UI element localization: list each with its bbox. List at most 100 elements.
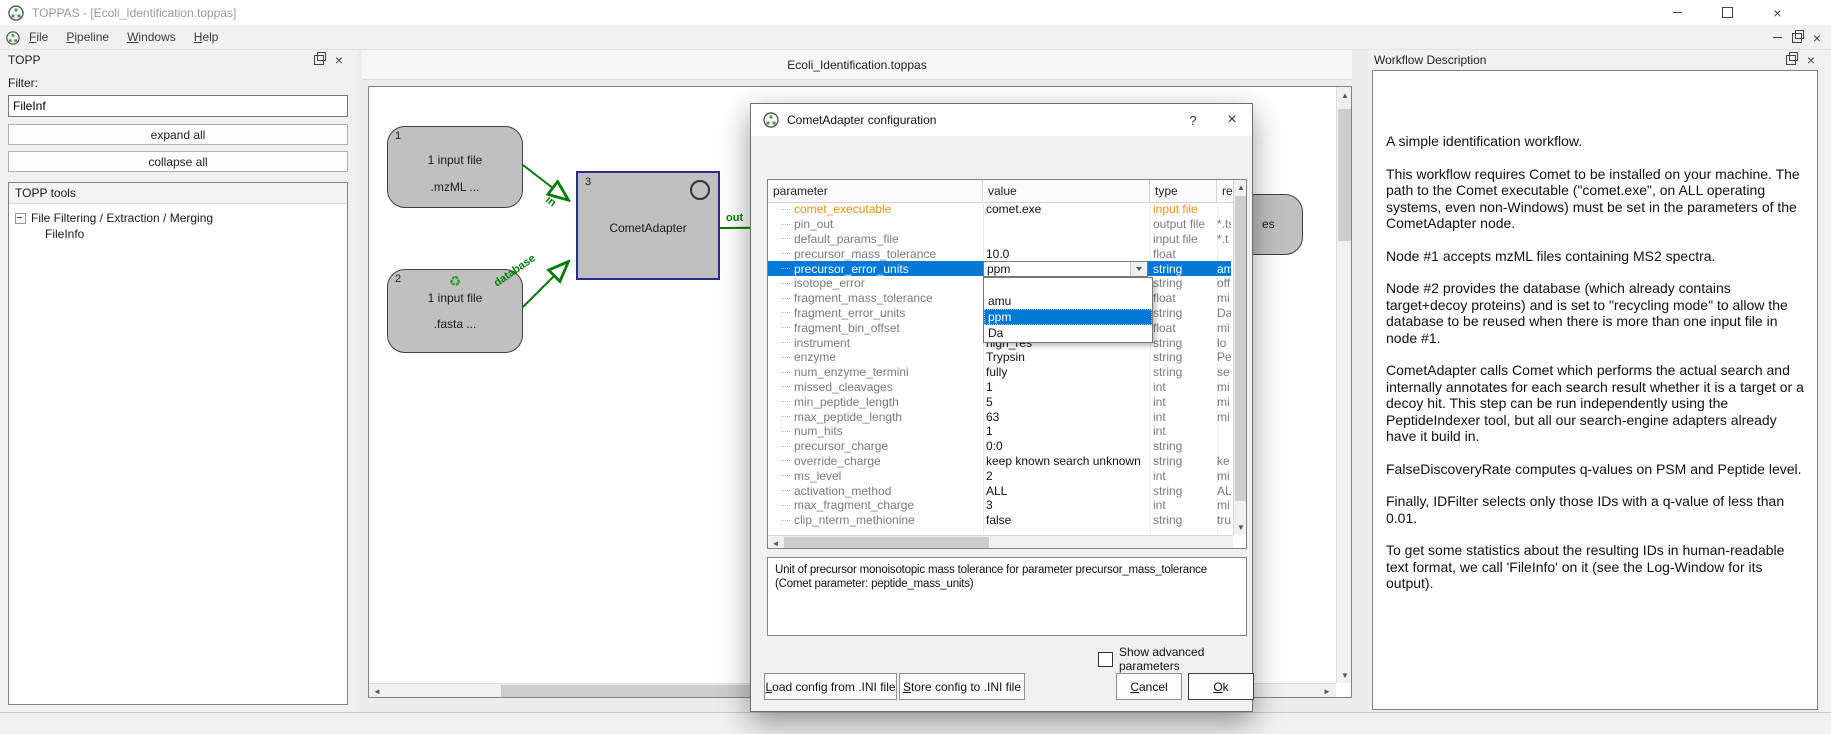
row-max_peptide_length[interactable]: max_peptide_length63intmi [768,409,1231,424]
row-precursor_error_units[interactable]: precursor_error_units ppm stringam [768,261,1231,276]
close-button[interactable]: × [1755,0,1800,26]
show-advanced-checkbox-row[interactable]: Show advanced parameters [1098,645,1252,673]
row-activation_method[interactable]: activation_methodALLstringAL [768,483,1231,498]
edge-database[interactable] [523,263,567,307]
tree-item-fileinfo[interactable]: FileInfo [9,226,347,242]
row-precursor_charge[interactable]: precursor_charge0:0string [768,439,1231,454]
collapse-all-button[interactable]: collapse all [8,151,348,172]
row-min_peptide_length[interactable]: min_peptide_length5intmi [768,394,1231,409]
table-hscrollbar[interactable]: ◄ [768,535,1233,549]
show-advanced-label: Show advanced parameters [1119,645,1252,673]
description-float-button[interactable] [1781,51,1801,69]
workflow-description-text[interactable]: A simple identification workflow. This w… [1372,70,1818,710]
dropdown-option-da[interactable]: Da [984,325,1152,341]
col-value[interactable]: value [983,180,1150,202]
dialog-app-icon [763,112,779,128]
menu-help[interactable]: Help [185,26,228,49]
mdi-restore-button[interactable] [1787,29,1807,47]
topp-panel-float-button[interactable] [309,51,329,69]
dialog-title: CometAdapter configuration [787,113,936,127]
workflow-tab-title: Ecoli_Identification.toppas [787,58,926,72]
float-icon [1786,55,1796,65]
row-comet_executable[interactable]: comet_executablecomet.exeinput file [768,202,1231,217]
scroll-right-icon[interactable]: ► [1319,684,1335,698]
tree-group-file-filtering[interactable]: File Filtering / Extraction / Merging [9,210,347,226]
edge-label-out: out [726,212,743,224]
collapse-expander-icon[interactable] [15,213,26,224]
workflow-tab[interactable]: Ecoli_Identification.toppas [362,50,1352,80]
ok-button[interactable]: Ok [1188,673,1254,700]
menu-windows[interactable]: Windows [118,26,185,49]
description-paragraph: Finally, IDFilter selects only those IDs… [1386,493,1807,526]
dialog-close-button[interactable]: × [1212,104,1252,136]
row-clip_nterm_methionine[interactable]: clip_nterm_methioninefalsestringtru [768,513,1231,528]
menu-app-icon [6,31,20,45]
load-config-button[interactable]: Load config from .INI file [764,673,897,700]
table-hscroll-thumb[interactable] [784,537,989,549]
parameter-rows: comet_executablecomet.exeinput file pin_… [768,202,1231,528]
table-vscroll-thumb[interactable] [1235,196,1247,501]
edge-label-in: in [543,194,558,210]
cancel-button[interactable]: Cancel [1116,673,1182,700]
row-num_hits[interactable]: num_hits1int [768,424,1231,439]
description-paragraph: Node #1 accepts mzML files containing MS… [1386,248,1807,265]
row-default_params_file[interactable]: default_params_fileinput file*.t [768,232,1231,247]
filter-input[interactable] [8,95,348,117]
row-enzyme[interactable]: enzymeTrypsinstringPe [768,350,1231,365]
scroll-up-icon[interactable]: ▲ [1337,87,1352,103]
checkbox-icon[interactable] [1098,652,1113,667]
close-icon: × [335,53,343,67]
description-paragraph: CometAdapter calls Comet which performs … [1386,362,1807,445]
table-scroll-left-icon[interactable]: ◄ [768,536,783,549]
table-scroll-up-icon[interactable]: ▲ [1234,180,1247,195]
workflow-description-header: Workflow Description × [1368,50,1831,70]
maximize-icon [1722,7,1733,18]
value-combobox[interactable]: ppm [983,261,1148,277]
row-override_charge[interactable]: override_chargekeep known search unknown… [768,454,1231,469]
close-icon: × [1773,6,1781,20]
row-ms_level[interactable]: ms_level2intmi [768,468,1231,483]
expand-all-button[interactable]: expand all [8,124,348,145]
combobox-value: ppm [984,262,1130,276]
store-config-button[interactable]: Store config to .INI file [899,673,1025,700]
topp-panel-title: TOPP [8,53,40,67]
dropdown-option-empty[interactable] [984,278,1152,293]
row-pin_out[interactable]: pin_outoutput file*.ts [768,217,1231,232]
title-bar: TOPPAS - [Ecoli_Identification.toppas] × [0,0,1831,26]
topp-panel-close-button[interactable]: × [329,51,349,69]
scroll-left-icon[interactable]: ◄ [369,684,385,698]
float-icon [314,55,324,65]
edge-label-database: database [492,252,538,289]
canvas-vscrollbar[interactable]: ▲ ▼ [1336,87,1352,683]
mdi-minimize-button[interactable] [1767,29,1787,47]
maximize-button[interactable] [1705,0,1750,26]
menu-file[interactable]: File [20,26,57,49]
dialog-help-button[interactable]: ? [1174,104,1212,136]
row-num_enzyme_termini[interactable]: num_enzyme_terminifullystringse [768,365,1231,380]
description-close-button[interactable]: × [1801,51,1821,69]
table-vscrollbar[interactable]: ▲ ▼ [1233,180,1247,535]
row-precursor_mass_tolerance[interactable]: precursor_mass_tolerance10.0float [768,246,1231,261]
dropdown-option-ppm[interactable]: ppm [984,309,1152,325]
minimize-button[interactable] [1655,0,1700,26]
description-paragraph: A simple identification workflow. [1386,133,1807,150]
parameter-table[interactable]: parameter value type res comet_executabl… [767,179,1247,549]
row-missed_cleavages[interactable]: missed_cleavages1intmi [768,380,1231,395]
menu-pipeline[interactable]: Pipeline [57,26,118,49]
workflow-description-title: Workflow Description [1374,53,1486,67]
col-res[interactable]: res [1217,180,1233,202]
edge-in[interactable] [523,165,567,199]
vscroll-thumb[interactable] [1338,109,1352,241]
combobox-dropdown-button[interactable] [1130,262,1147,276]
table-scroll-down-icon[interactable]: ▼ [1234,520,1247,535]
row-max_fragment_charge[interactable]: max_fragment_charge3intmi [768,498,1231,513]
scroll-down-icon[interactable]: ▼ [1337,667,1352,683]
topp-panel-header: TOPP × [0,50,357,70]
topp-tools-tree: TOPP tools File Filtering / Extraction /… [8,182,348,705]
col-parameter[interactable]: parameter [768,180,983,202]
mdi-close-button[interactable]: × [1807,29,1827,47]
dropdown-option-amu[interactable]: amu [984,293,1152,309]
col-type[interactable]: type [1150,180,1217,202]
units-dropdown-popup[interactable]: amu ppm Da [983,277,1153,343]
topp-panel: TOPP × Filter: expand all collapse all T… [0,50,357,712]
